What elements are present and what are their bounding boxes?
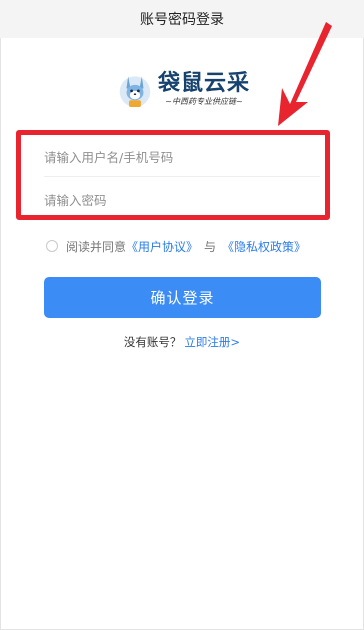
red-highlight-box [16,130,330,220]
agreement-prefix: 阅读并同意 [66,239,127,254]
register-link[interactable]: 立即注册> [184,335,240,349]
page-title: 账号密码登录 [140,12,224,28]
brand-logo: 袋鼠云采 ~中西药专业供应链~ [118,66,250,114]
user-agreement-link[interactable]: 《用户协议》 [126,238,198,255]
red-arrow-annotation [278,22,332,126]
login-button[interactable]: 确认登录 [44,277,321,318]
register-row: 没有账号？ 立即注册> [0,334,364,350]
brand-name: 袋鼠云采 [157,71,250,96]
register-prompt: 没有账号？ [123,335,182,349]
brand-slogan: ~中西药专业供应链~ [165,97,243,106]
agreement-checkbox[interactable] [46,240,58,252]
privacy-policy-link[interactable]: 《隐私权政策》 [222,238,306,255]
kangaroo-mascot-icon [119,76,151,107]
agreement-row: 阅读并同意 《用户协议》 与 《隐私权政策》 [46,237,306,255]
agreement-conjunction: 与 [204,239,217,254]
